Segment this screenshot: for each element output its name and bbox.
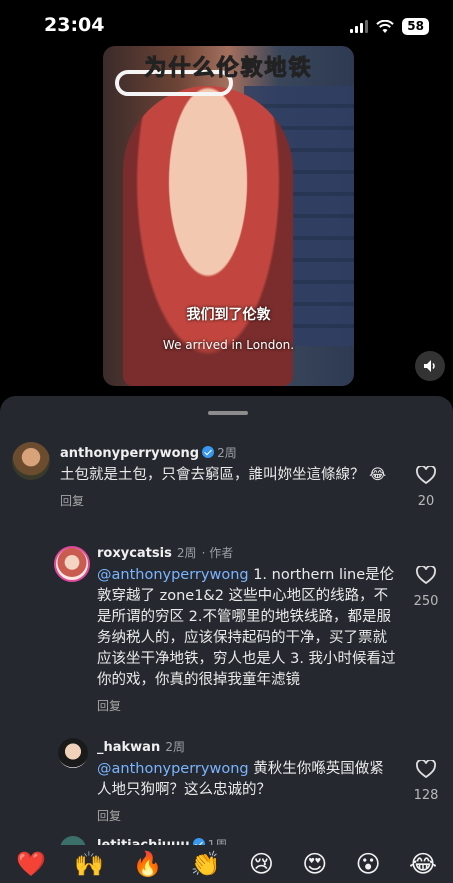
emoji-fire[interactable]: 🔥 (132, 850, 162, 878)
comment-item: _hakwan 2周 @anthonyperrywong 黄秋生你喺英国做紧人地… (0, 736, 453, 826)
author-tag: · 作者 (201, 546, 234, 560)
speaker-icon (424, 360, 435, 372)
heart-icon (416, 759, 436, 779)
comment-text: @anthonyperrywong 黄秋生你喺英国做紧人地只狗啊？这么忠诚的？ (97, 761, 384, 798)
avatar[interactable] (58, 738, 88, 768)
emoji-reaction-bar: ❤️ 🙌 🔥 👏 😢 😍 😮 😂 (0, 845, 453, 883)
subtitle-english: We arrived in London. (162, 338, 295, 352)
reply-button[interactable]: 回复 (97, 697, 397, 714)
comment-time: 2周 (165, 740, 185, 754)
comments-sheet: anthonyperrywong 2周 土包就是土包，只會去窮區，誰叫妳坐這條線？… (0, 396, 453, 883)
signal-icon (350, 20, 369, 33)
like-button[interactable]: 128 (410, 759, 442, 803)
status-icons: 58 (350, 18, 429, 35)
like-count: 250 (413, 594, 439, 609)
comment-time: 2周 (217, 446, 237, 460)
video-title-overlay: 为什么伦敦地铁 (144, 56, 313, 82)
like-button[interactable]: 250 (410, 565, 442, 609)
reply-button[interactable]: 回复 (97, 807, 397, 824)
sheet-drag-handle[interactable] (208, 411, 248, 415)
emoji-heart-eyes[interactable]: 😍 (302, 850, 327, 878)
comment-username[interactable]: _hakwan (97, 740, 160, 755)
status-bar: 23:04 58 (0, 0, 453, 50)
comment-username[interactable]: roxycatsis (97, 546, 172, 561)
emoji-surprised[interactable]: 😮 (356, 850, 381, 878)
video-player[interactable]: 为什么伦敦地铁 我们到了伦敦 We arrived in London. (103, 46, 354, 386)
comment-username[interactable]: anthonyperrywong (60, 446, 199, 461)
like-count: 128 (413, 788, 439, 803)
subtitle-chinese: 我们到了伦敦 (186, 307, 271, 323)
heart-icon (416, 465, 436, 485)
clock: 23:04 (44, 14, 105, 36)
emoji-laughing[interactable]: 😂 (409, 850, 437, 878)
emoji-raised-hands[interactable]: 🙌 (74, 850, 104, 878)
wifi-icon (376, 19, 395, 33)
reply-button[interactable]: 回复 (60, 492, 390, 509)
emoji-cry[interactable]: 😢 (249, 850, 274, 878)
like-count: 20 (417, 494, 435, 509)
comment-text: @anthonyperrywong 1. northern line是伦敦穿越了… (97, 567, 396, 688)
comment-item: roxycatsis 2周 · 作者 @anthonyperrywong 1. … (0, 542, 453, 727)
mention-link[interactable]: @anthonyperrywong (97, 761, 249, 777)
avatar[interactable] (54, 546, 90, 582)
verified-badge-icon (202, 446, 215, 458)
emoji-clap[interactable]: 👏 (191, 850, 221, 878)
like-button[interactable]: 20 (410, 465, 442, 509)
emoji-heart[interactable]: ❤️ (16, 850, 46, 878)
comment-time: 2周 (176, 546, 197, 560)
battery-indicator: 58 (402, 18, 429, 35)
mute-button[interactable] (415, 351, 445, 381)
heart-icon (416, 565, 436, 585)
comment-item: anthonyperrywong 2周 土包就是土包，只會去窮區，誰叫妳坐這條線？… (0, 442, 453, 532)
avatar[interactable] (12, 442, 50, 480)
mention-link[interactable]: @anthonyperrywong (97, 567, 249, 583)
comment-text: 土包就是土包，只會去窮區，誰叫妳坐這條線？ 😂 (60, 467, 387, 483)
